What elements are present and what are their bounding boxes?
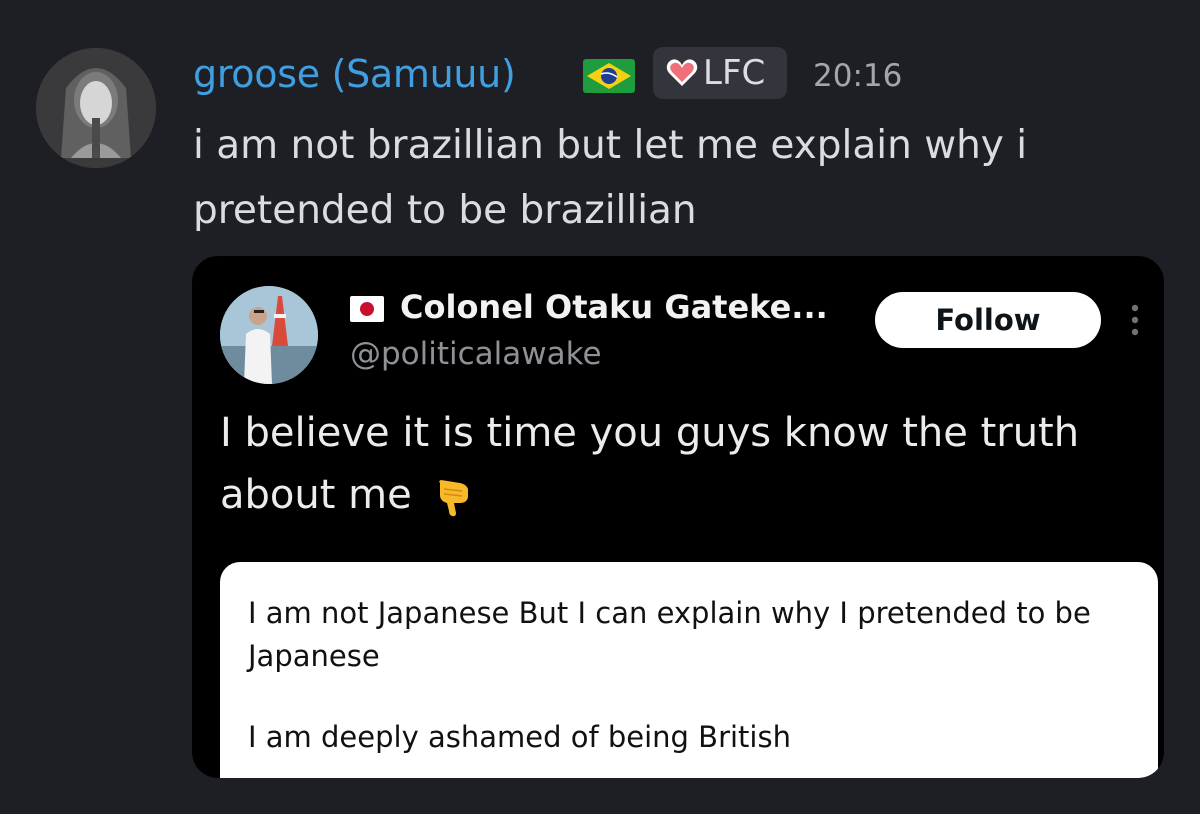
author-name: Colonel Otaku Gateke... [400,288,828,326]
post-text: I believe it is time you guys know the t… [220,402,1150,526]
message-text: i am not brazillian but let me explain w… [193,123,1028,233]
role-tag-label: LFC [703,53,766,93]
quote-line-2: I am deeply ashamed of being British [248,720,791,754]
quoted-text-card: I am not Japanese But I can explain why … [220,562,1158,778]
follow-button: Follow [875,292,1101,348]
heart-icon [665,58,699,88]
embedded-image[interactable]: Colonel Otaku Gateke... @politicalawake … [192,256,1164,778]
user-avatar[interactable] [36,48,156,168]
username[interactable]: groose (Samuuu) [193,52,516,96]
brazil-flag-icon [583,59,635,93]
role-tag[interactable]: LFC [653,47,787,99]
vertical-ellipsis-icon [1128,302,1142,338]
message-timestamp[interactable]: 20:16 [813,58,902,94]
quote-line-1: I am not Japanese But I can explain why … [248,596,1091,673]
pointing-down-hand-icon [430,475,474,519]
japan-flag-icon [350,296,384,322]
post-text-content: I believe it is time you guys know the t… [220,410,1080,518]
author-handle: @politicalawake [350,336,602,372]
author-avatar [220,286,318,384]
